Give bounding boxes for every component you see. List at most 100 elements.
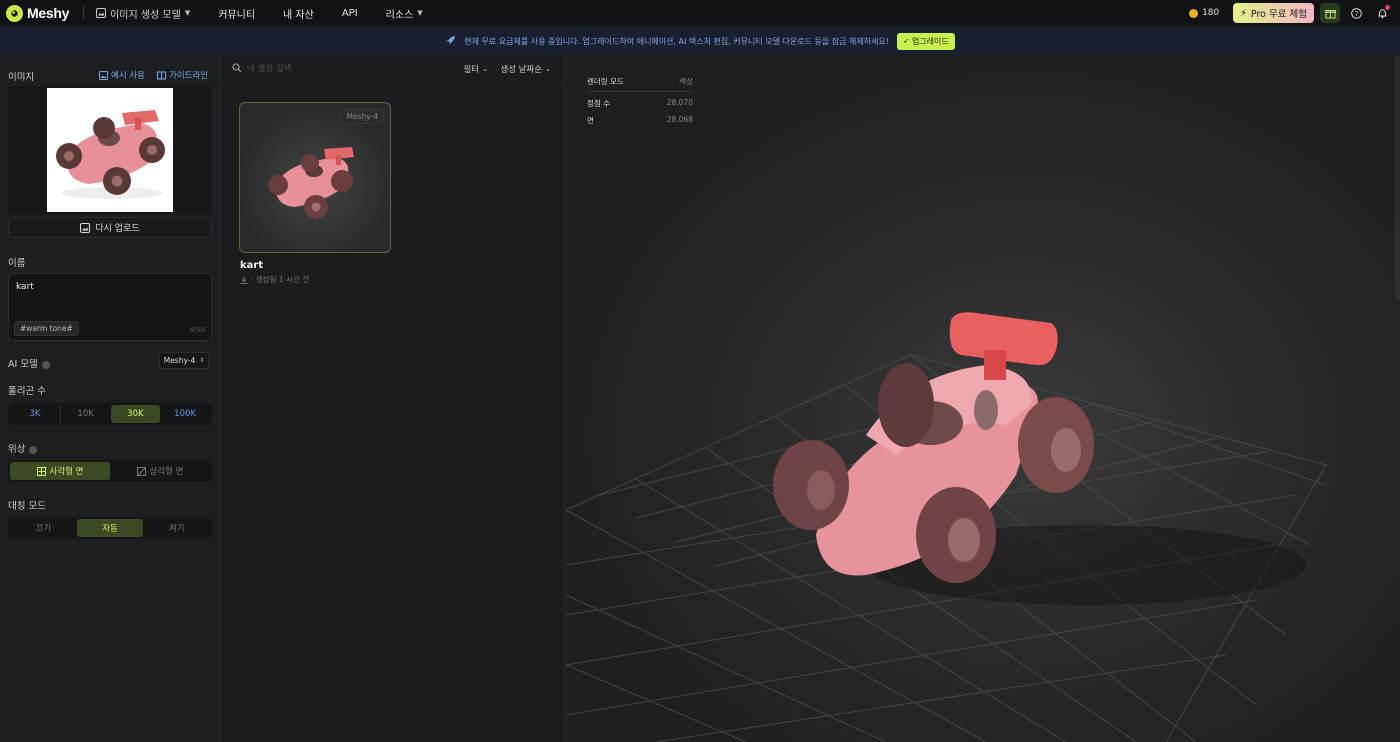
filter-dropdown[interactable]: 필터 ⌄ [463, 63, 488, 75]
guideline-link[interactable]: 가이드라인 [157, 69, 208, 81]
topology-triangle-label: 삼각형 면 [149, 467, 184, 477]
book-icon [157, 71, 166, 79]
chevron-down-icon: ⌄ [482, 65, 488, 73]
image-icon [80, 222, 91, 233]
nav-community[interactable]: 커뮤니티 [218, 6, 255, 21]
banner-text: 현재 무료 요금제를 사용 중입니다. 업그레이드하여 애니메이션, AI 텍스… [464, 36, 890, 46]
symmetry-option-on[interactable]: 켜기 [143, 519, 210, 537]
topology-option-quad[interactable]: 사각형 면 [10, 462, 110, 480]
ai-model-label-text: AI 모델 [8, 359, 38, 370]
main-nav: 이미지 생성 모델 ▼ 커뮤니티 내 자산 API 리소스 ▼ [96, 6, 451, 21]
topology-option-triangle[interactable]: 삼각형 면 [110, 462, 210, 480]
credits[interactable]: 180 [1189, 8, 1219, 18]
image-label: 이미지 [8, 72, 35, 83]
divider [83, 6, 85, 20]
download-icon [240, 276, 248, 284]
info-icon[interactable] [41, 360, 50, 369]
image-icon [96, 8, 107, 18]
vertices-value: 28,070 [666, 98, 693, 107]
symmetry-option-auto[interactable]: 자동 [76, 519, 144, 537]
nav-resources[interactable]: 리소스 ▼ [386, 6, 423, 21]
topology-selector: 사각형 면 삼각형 면 [8, 460, 212, 482]
style-tag[interactable]: #warm tone# [14, 321, 79, 336]
image-preview[interactable] [8, 86, 212, 214]
model-stats: 렌더링 모드 색상 정점 수 28,070 면 28,068 [580, 69, 700, 133]
nav-api[interactable]: API [342, 8, 358, 19]
search-input[interactable]: 내 생성 검색 [247, 62, 292, 74]
generations-panel: 내 생성 검색 필터 ⌄ 생성 날짜순 ⌄ Meshy-4 kart · 생성됨… [221, 55, 565, 742]
card-title: kart [240, 260, 264, 271]
render-mode-value[interactable]: 색상 [679, 76, 693, 87]
header-actions: 180 ⚡ Pro 무료 체험 ? [1189, 3, 1392, 23]
chevron-down-icon: ⌄ [545, 65, 551, 73]
sort-label: 생성 날짜순 [500, 65, 543, 75]
poly-option-100k[interactable]: 100K [160, 405, 210, 423]
polygon-count-label: 폴리곤 수 [8, 386, 46, 397]
faces-label: 면 [587, 116, 594, 125]
name-input[interactable]: kart #warm tone# 4/50 [8, 273, 212, 341]
upgrade-label: 업그레이드 [911, 36, 949, 46]
grid-icon [36, 466, 46, 476]
faces-row: 면 28,068 [587, 115, 693, 126]
symmetry-option-off[interactable]: 끄기 [10, 519, 77, 537]
faces-value: 28,068 [666, 115, 693, 124]
nav-mode-dropdown[interactable]: 이미지 생성 모델 ▼ [96, 6, 190, 21]
poly-option-10k[interactable]: 10K [59, 405, 111, 423]
info-icon[interactable] [29, 445, 38, 454]
upgrade-button[interactable]: ➶ 업그레이드 [897, 32, 955, 50]
topology-quad-label: 사각형 면 [49, 467, 84, 477]
notification-dot-icon [1385, 5, 1390, 10]
topology-label: 위상 [8, 441, 38, 455]
card-meta-text: · 생성됨 1 시간 전 [251, 275, 310, 284]
name-value: kart [16, 282, 34, 292]
generation-settings-panel: 이미지 예시 사용 가이드라인 다시 업로드 이름 kart #warm ton… [0, 55, 220, 742]
symmetry-selector: 끄기 자동 켜기 [8, 517, 212, 539]
notification-button[interactable] [1372, 3, 1392, 23]
gift-button[interactable] [1320, 3, 1340, 23]
vertices-label: 정점 수 [587, 99, 611, 108]
ai-model-value: Meshy-4 [163, 356, 196, 365]
svg-text:?: ? [1354, 10, 1358, 18]
pro-trial-label: Pro 무료 체험 [1250, 9, 1307, 20]
ai-model-select[interactable]: Meshy-4 ⇕ [159, 352, 209, 369]
polygon-count-selector: 3K 10K 30K 100K [8, 403, 212, 425]
guideline-link-label: 가이드라인 [169, 71, 209, 81]
poly-option-30k[interactable]: 30K [110, 405, 161, 423]
generation-card[interactable]: Meshy-4 [239, 102, 391, 253]
render-mode-label: 렌더링 모드 [587, 77, 624, 86]
triangle-mesh-icon [136, 466, 146, 476]
logo[interactable]: Meshy [6, 4, 70, 22]
help-button[interactable]: ? [1346, 3, 1366, 23]
filter-label: 필터 [463, 65, 480, 75]
gift-icon [1324, 9, 1336, 18]
help-icon: ? [1350, 7, 1362, 19]
example-link-label: 예시 사용 [111, 71, 145, 81]
poly-option-3k[interactable]: 3K [10, 405, 60, 423]
chevron-down-icon: ▼ [417, 9, 423, 17]
coin-icon [1189, 8, 1199, 18]
uploaded-image [47, 88, 173, 212]
reupload-button[interactable]: 다시 업로드 [8, 217, 212, 238]
sort-dropdown[interactable]: 생성 날짜순 ⌄ [500, 63, 551, 75]
model-viewer[interactable]: 렌더링 모드 색상 정점 수 28,070 면 28,068 [566, 55, 1400, 742]
kart-thumbnail [268, 147, 354, 219]
name-label: 이름 [8, 258, 26, 269]
vertices-row: 정점 수 28,070 [587, 98, 693, 109]
viewer-scrollbar[interactable] [1395, 55, 1400, 300]
divider [587, 91, 693, 92]
nav-mode-label: 이미지 생성 모델 [110, 9, 181, 21]
card-meta: · 생성됨 1 시간 전 [240, 274, 309, 285]
top-bar: Meshy 이미지 생성 모델 ▼ 커뮤니티 내 자산 API 리소스 ▼ 18… [0, 0, 1400, 27]
kart-3d-model [773, 312, 1306, 605]
rocket-icon: ➶ [903, 37, 909, 45]
credits-count: 180 [1202, 8, 1220, 18]
example-link[interactable]: 예시 사용 [99, 69, 145, 81]
pro-trial-button[interactable]: ⚡ Pro 무료 체험 [1233, 3, 1314, 23]
image-icon [99, 70, 108, 80]
symmetry-label: 대칭 모드 [8, 501, 46, 512]
upgrade-banner: 현재 무료 요금제를 사용 중입니다. 업그레이드하여 애니메이션, AI 텍스… [0, 28, 1400, 54]
logo-text: Meshy [27, 5, 70, 21]
char-counter: 4/50 [189, 326, 205, 334]
chevron-down-icon: ▼ [184, 9, 191, 17]
nav-my-assets[interactable]: 내 자산 [283, 6, 314, 21]
